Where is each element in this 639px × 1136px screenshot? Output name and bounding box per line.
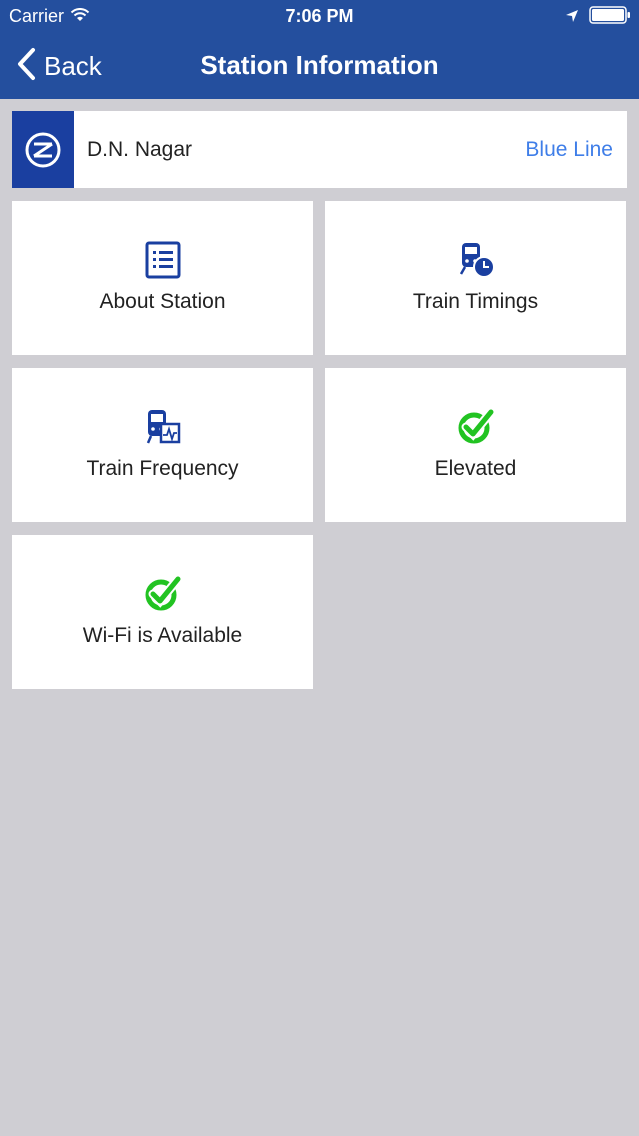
tile-label: Elevated [434,457,517,480]
nav-bar: Back Station Information [0,33,639,99]
status-right [565,6,631,29]
tile-label: Train Frequency [86,457,239,480]
page-title: Station Information [200,50,439,80]
green-check-icon [458,407,495,448]
battery-icon [589,6,631,29]
train-frequency-tile[interactable]: Train Frequency [12,368,313,522]
station-header: D.N. Nagar Blue Line [12,111,627,188]
station-line-label: Blue Line [525,137,613,161]
station-name: D.N. Nagar [87,137,193,161]
status-bar: Carrier 7:06 PM [0,0,639,33]
wifi-available-tile[interactable]: Wi-Fi is Available [12,535,313,689]
top-bar: Carrier 7:06 PM Back Station Information [0,0,639,99]
status-time: 7:06 PM [285,6,354,26]
train-frequency-icon [144,408,182,448]
location-arrow-icon [565,7,579,28]
tile-label: Wi-Fi is Available [82,624,243,647]
metro-logo-icon [12,111,74,188]
elevated-tile[interactable]: Elevated [325,368,626,522]
train-clock-icon [457,241,495,281]
document-list-icon [145,241,181,281]
tile-label: About Station [99,290,226,313]
train-timings-tile[interactable]: Train Timings [325,201,626,355]
green-check-icon [145,574,182,615]
tile-label: Train Timings [412,290,539,313]
about-station-tile[interactable]: About Station [12,201,313,355]
